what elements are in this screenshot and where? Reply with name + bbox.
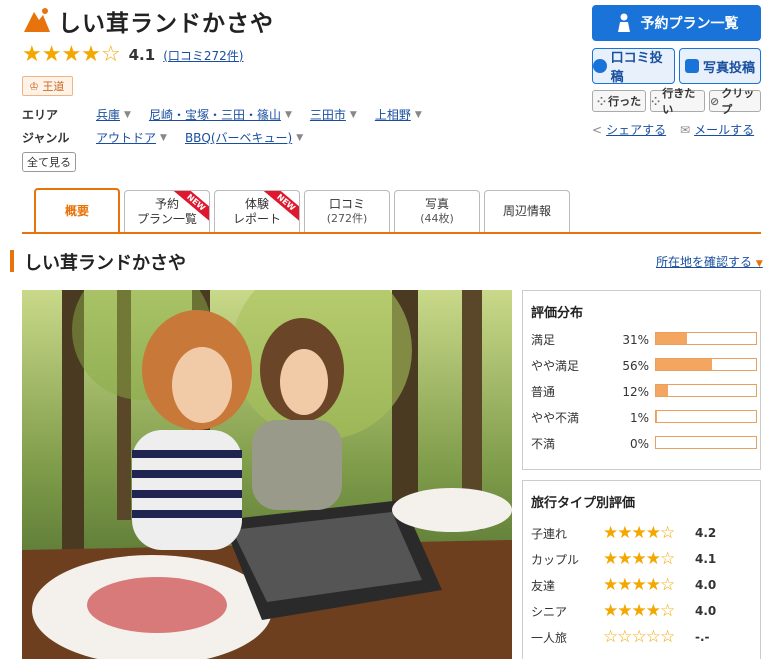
trip-type-rating-panel: 旅行タイプ別評価 子連れ ★★★★☆ 4.2 カップル ★★★★☆ 4.1 友達… [522, 480, 761, 659]
genre-link-outdoor[interactable]: アウトドア [96, 129, 156, 146]
rating-stars-icon: ☆☆☆☆☆ [603, 627, 675, 647]
rating-distribution-title: 評価分布 [531, 306, 584, 321]
footprint-icon: ⁘ [651, 94, 661, 108]
spot-logo-icon [24, 8, 50, 32]
distribution-bar [655, 384, 757, 397]
dropdown-arrow-icon[interactable]: ▼ [350, 110, 357, 120]
area-link-region[interactable]: 尼崎・宝塚・三田・篠山 [149, 106, 281, 123]
reviews-count-link[interactable]: (口コミ272件) [163, 47, 243, 64]
share-icon: < [592, 122, 603, 137]
rating-distribution-panel: 評価分布 満足 31% やや満足 56% 普通 12% やや不満 1% 不満 0… [522, 290, 761, 470]
dropdown-arrow-icon[interactable]: ▼ [160, 133, 167, 143]
trip-type-row: カップル ★★★★☆ 4.1 [531, 549, 717, 569]
category-badge: ♔ 王道 [22, 76, 74, 96]
genre-link-bbq[interactable]: BBQ(バーベキュー) [185, 129, 292, 146]
dropdown-arrow-icon[interactable]: ▼ [415, 110, 422, 120]
main-photo[interactable] [22, 290, 512, 659]
mail-icon: ✉ [680, 122, 691, 137]
plan-list-label: 予約プラン一覧 [640, 16, 739, 32]
distribution-row: 普通 12% [531, 383, 757, 400]
rating-stars-icon: ★★★★☆ [603, 523, 675, 543]
tab-photos[interactable]: 写真 (44枚) [394, 190, 480, 232]
dropdown-arrow-icon[interactable]: ▼ [285, 110, 292, 120]
clip-button[interactable]: ⊘ クリップ [709, 87, 761, 116]
went-button[interactable]: ⁘ 行った [592, 90, 646, 112]
tab-nearby[interactable]: 周辺情報 [484, 190, 570, 232]
show-all-button[interactable]: 全て見る [22, 152, 76, 172]
rating-stars-icon: ★★★★☆ [603, 575, 675, 595]
share-link[interactable]: < シェアする [592, 121, 666, 138]
section-marker [10, 250, 14, 272]
footprint-icon: ⁘ [596, 94, 607, 108]
bbq-photo-image [22, 290, 512, 659]
distribution-row: やや不満 1% [531, 409, 757, 426]
post-review-button[interactable]: 口コミ投稿 [592, 48, 675, 85]
trip-type-row: 子連れ ★★★★☆ 4.2 [531, 523, 717, 543]
plan-list-button[interactable]: 予約プラン一覧 [592, 5, 761, 41]
distribution-bar [655, 436, 757, 449]
camera-icon [684, 59, 699, 73]
want-to-go-button[interactable]: ⁘ 行きたい [650, 87, 705, 116]
chevron-down-icon: ▼ [755, 259, 763, 269]
speech-bubble-icon [593, 59, 607, 73]
trip-type-row: 一人旅 ☆☆☆☆☆ -.- [531, 627, 710, 647]
genre-label: ジャンル [22, 131, 70, 145]
post-photo-button[interactable]: 写真投稿 [679, 48, 761, 84]
distribution-bar [655, 332, 757, 345]
area-link-prefecture[interactable]: 兵庫 [96, 106, 120, 123]
trip-type-row: 友達 ★★★★☆ 4.0 [531, 575, 717, 595]
paperclip-icon: ⊘ [710, 94, 720, 108]
area-link-town[interactable]: 上相野 [375, 106, 411, 123]
area-breadcrumb: エリア 兵庫 ▼ 尼崎・宝塚・三田・篠山 ▼ 三田市 ▼ 上相野 ▼ [22, 106, 440, 123]
rating-stars-icon: ★★★★☆ [22, 42, 121, 67]
page-title: しい茸ランドかさや [58, 11, 274, 37]
tab-experience-report[interactable]: 体験 レポート NEW [214, 190, 300, 232]
mail-link[interactable]: ✉ メールする [680, 121, 754, 138]
rating-stars-icon: ★★★★☆ [603, 601, 675, 621]
location-link[interactable]: 所在地を確認する ▼ [656, 253, 763, 270]
crown-icon: ♔ [29, 80, 39, 93]
dropdown-arrow-icon[interactable]: ▼ [124, 110, 131, 120]
tab-plans[interactable]: 予約 プラン一覧 NEW [124, 190, 210, 232]
distribution-row: やや満足 56% [531, 357, 757, 374]
section-title: しい茸ランドかさや [24, 253, 186, 274]
rating-summary: ★★★★☆ 4.1 (口コミ272件) [22, 44, 243, 66]
rating-stars-icon: ★★★★☆ [603, 549, 675, 569]
distribution-row: 満足 31% [531, 331, 757, 348]
person-icon [617, 13, 630, 32]
rating-value: 4.1 [128, 46, 156, 64]
area-label: エリア [22, 108, 59, 122]
trip-type-title: 旅行タイプ別評価 [531, 496, 636, 511]
area-link-city[interactable]: 三田市 [310, 106, 346, 123]
dropdown-arrow-icon[interactable]: ▼ [296, 133, 303, 143]
tab-bar: 概要 予約 プラン一覧 NEW 体験 レポート NEW 口コミ (272件) 写… [34, 188, 570, 232]
trip-type-row: シニア ★★★★☆ 4.0 [531, 601, 717, 621]
tab-overview[interactable]: 概要 [34, 188, 120, 232]
distribution-bar [655, 410, 757, 423]
distribution-row: 不満 0% [531, 435, 757, 452]
tab-reviews[interactable]: 口コミ (272件) [304, 190, 390, 232]
genre-breadcrumb: ジャンル アウトドア ▼ BBQ(バーベキュー) ▼ [22, 129, 321, 146]
tab-underline [22, 232, 761, 234]
distribution-bar [655, 358, 757, 371]
